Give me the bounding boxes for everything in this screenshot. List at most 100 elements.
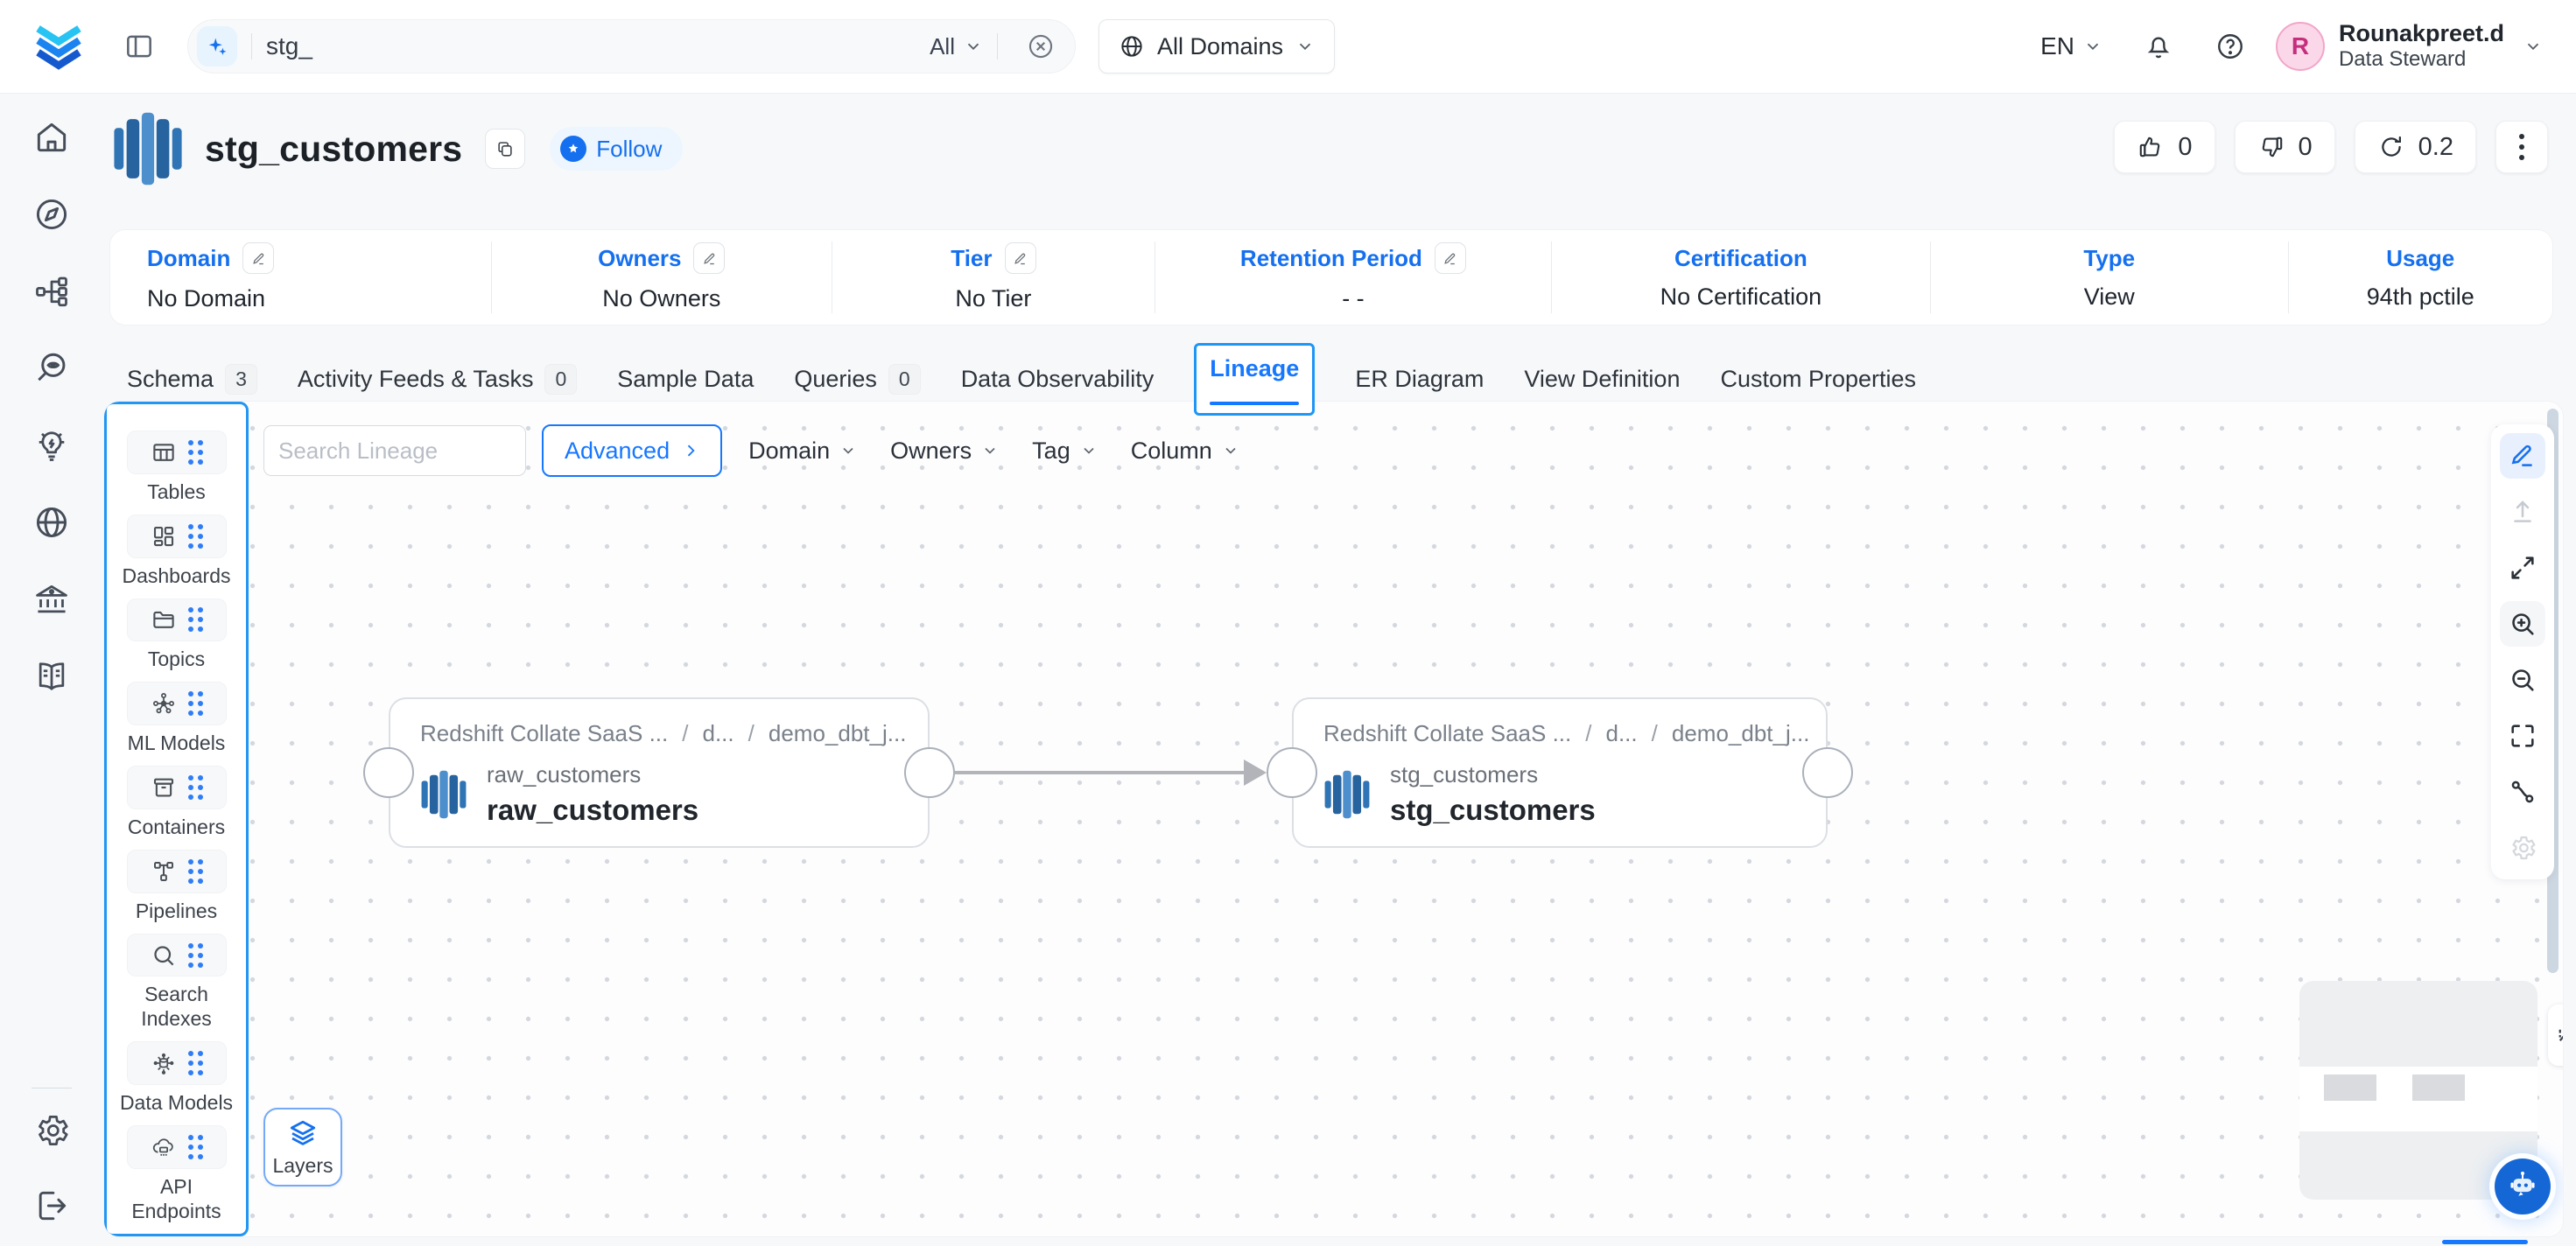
- lineage-search-box[interactable]: [263, 425, 526, 476]
- breadcrumb-database[interactable]: d...: [703, 720, 734, 747]
- breadcrumb-service[interactable]: Redshift Collate SaaS ...: [1323, 720, 1571, 747]
- filter-column[interactable]: Column: [1131, 438, 1239, 465]
- tab-count-badge: 0: [888, 364, 921, 395]
- tab-sample-data[interactable]: Sample Data: [617, 366, 754, 393]
- observability-search-eye-icon[interactable]: [32, 349, 71, 388]
- palette-label: Containers: [116, 815, 238, 839]
- breadcrumb-database[interactable]: d...: [1606, 720, 1638, 747]
- insights-bulb-icon[interactable]: [32, 426, 71, 465]
- tab-custom-properties[interactable]: Custom Properties: [1720, 366, 1916, 393]
- edit-domain-button[interactable]: [242, 242, 274, 274]
- fullscreen-button[interactable]: [2500, 713, 2545, 759]
- follow-button[interactable]: Follow: [550, 127, 683, 171]
- canvas-settings-button[interactable]: [2500, 825, 2545, 871]
- collate-logo[interactable]: [33, 21, 84, 72]
- language-selector[interactable]: EN: [2040, 32, 2102, 60]
- zoom-in-icon: [2508, 609, 2537, 639]
- search-scope-dropdown[interactable]: All: [930, 33, 983, 60]
- meta-value: No Owners: [602, 285, 720, 312]
- assistant-chatbot-button[interactable]: [2495, 1158, 2551, 1214]
- horizontal-scrollbar[interactable]: [2442, 1240, 2528, 1244]
- tab-activity-feeds[interactable]: Activity Feeds & Tasks0: [298, 364, 577, 395]
- layers-button[interactable]: Layers: [263, 1108, 342, 1186]
- explore-compass-icon[interactable]: [32, 195, 71, 234]
- minimap-node: [2412, 1074, 2465, 1101]
- page-title: stg_customers: [205, 129, 462, 170]
- lineage-canvas[interactable]: Tables Dashboards Topics ML Models Conta…: [103, 401, 2564, 1237]
- global-search-input[interactable]: [266, 32, 930, 60]
- fit-view-button[interactable]: [2500, 545, 2545, 591]
- advanced-filter-button[interactable]: Advanced: [542, 424, 722, 477]
- filter-domain[interactable]: Domain: [748, 438, 857, 465]
- home-icon[interactable]: [32, 118, 71, 157]
- palette-item-api-endpoints[interactable]: [127, 1125, 227, 1169]
- node-handle-left[interactable]: [363, 747, 414, 798]
- drag-handle-icon: [188, 607, 203, 632]
- lineage-flow-icon[interactable]: [32, 272, 71, 311]
- meta-label: Tier: [951, 245, 992, 272]
- user-menu-chevron-icon[interactable]: [2523, 37, 2543, 56]
- edit-tier-button[interactable]: [1005, 242, 1036, 274]
- chevron-down-icon: [964, 37, 983, 56]
- knowledge-book-icon[interactable]: [32, 657, 71, 696]
- palette-label: Dashboards: [116, 564, 238, 588]
- sidebar-toggle-icon[interactable]: [123, 30, 156, 63]
- version-button[interactable]: 0.2: [2355, 121, 2476, 173]
- node-handle-right[interactable]: [904, 747, 955, 798]
- zoom-in-button[interactable]: [2500, 601, 2545, 647]
- zigzag-icon: [2557, 1022, 2564, 1048]
- edit-lineage-button[interactable]: [2500, 433, 2545, 479]
- downvote-button[interactable]: 0: [2235, 121, 2335, 173]
- tab-lineage[interactable]: Lineage: [1194, 343, 1315, 416]
- copy-name-button[interactable]: [485, 129, 525, 169]
- edit-retention-button[interactable]: [1435, 242, 1466, 274]
- palette-item-pipelines[interactable]: [127, 850, 227, 893]
- drag-handle-icon: [188, 775, 203, 800]
- tab-view-definition[interactable]: View Definition: [1524, 366, 1680, 393]
- upvote-button[interactable]: 0: [2114, 121, 2215, 173]
- zoom-out-button[interactable]: [2500, 657, 2545, 703]
- all-domains-button[interactable]: All Domains: [1098, 19, 1335, 74]
- logout-icon[interactable]: [32, 1186, 71, 1225]
- tab-data-observability[interactable]: Data Observability: [961, 366, 1155, 393]
- breadcrumb-separator: /: [682, 720, 688, 747]
- lineage-edge[interactable]: [955, 771, 1244, 774]
- tab-schema[interactable]: Schema3: [127, 364, 257, 395]
- palette-item-containers[interactable]: [127, 766, 227, 809]
- edit-owners-button[interactable]: [693, 242, 725, 274]
- breadcrumb-schema[interactable]: demo_dbt_j...: [769, 720, 907, 747]
- user-info[interactable]: Rounakpreet.d Data Steward: [2339, 20, 2504, 73]
- user-avatar[interactable]: R: [2276, 22, 2325, 71]
- export-lineage-button[interactable]: [2500, 489, 2545, 535]
- notifications-bell-icon[interactable]: [2143, 31, 2174, 62]
- lineage-search-input[interactable]: [278, 438, 572, 465]
- palette-item-search-indexes[interactable]: [127, 934, 227, 977]
- metadata-strip: Domain No Domain Owners No Owners Tier N…: [109, 229, 2553, 326]
- breadcrumb-service[interactable]: Redshift Collate SaaS ...: [420, 720, 668, 747]
- lineage-node-raw-customers[interactable]: Redshift Collate SaaS ... / d... / demo_…: [389, 697, 930, 848]
- filter-owners[interactable]: Owners: [890, 438, 999, 465]
- palette-item-tables[interactable]: [127, 430, 227, 474]
- domains-globe-icon[interactable]: [32, 503, 71, 542]
- more-actions-button[interactable]: [2495, 121, 2548, 173]
- lineage-node-stg-customers[interactable]: Redshift Collate SaaS ... / d... / demo_…: [1292, 697, 1828, 848]
- node-handle-left[interactable]: [1267, 747, 1317, 798]
- tab-er-diagram[interactable]: ER Diagram: [1355, 366, 1484, 393]
- node-breadcrumb: Redshift Collate SaaS ... / d... / demo_…: [1323, 720, 1800, 747]
- collapsed-panel-card[interactable]: [2548, 1004, 2564, 1066]
- breadcrumb-schema[interactable]: demo_dbt_j...: [1672, 720, 1810, 747]
- global-search-bar[interactable]: All: [187, 19, 1076, 74]
- edge-route-button[interactable]: [2500, 769, 2545, 815]
- redshift-service-icon: [112, 110, 184, 187]
- palette-item-ml-models[interactable]: [127, 682, 227, 725]
- palette-item-dashboards[interactable]: [127, 514, 227, 558]
- node-handle-right[interactable]: [1802, 747, 1853, 798]
- help-icon[interactable]: [2215, 31, 2246, 62]
- clear-search-icon[interactable]: [1026, 32, 1056, 61]
- filter-tag[interactable]: Tag: [1032, 438, 1098, 465]
- governance-bank-icon[interactable]: [32, 580, 71, 619]
- settings-gear-icon[interactable]: [32, 1111, 71, 1150]
- tab-queries[interactable]: Queries0: [794, 364, 920, 395]
- palette-item-data-models[interactable]: [127, 1041, 227, 1085]
- palette-item-topics[interactable]: [127, 598, 227, 642]
